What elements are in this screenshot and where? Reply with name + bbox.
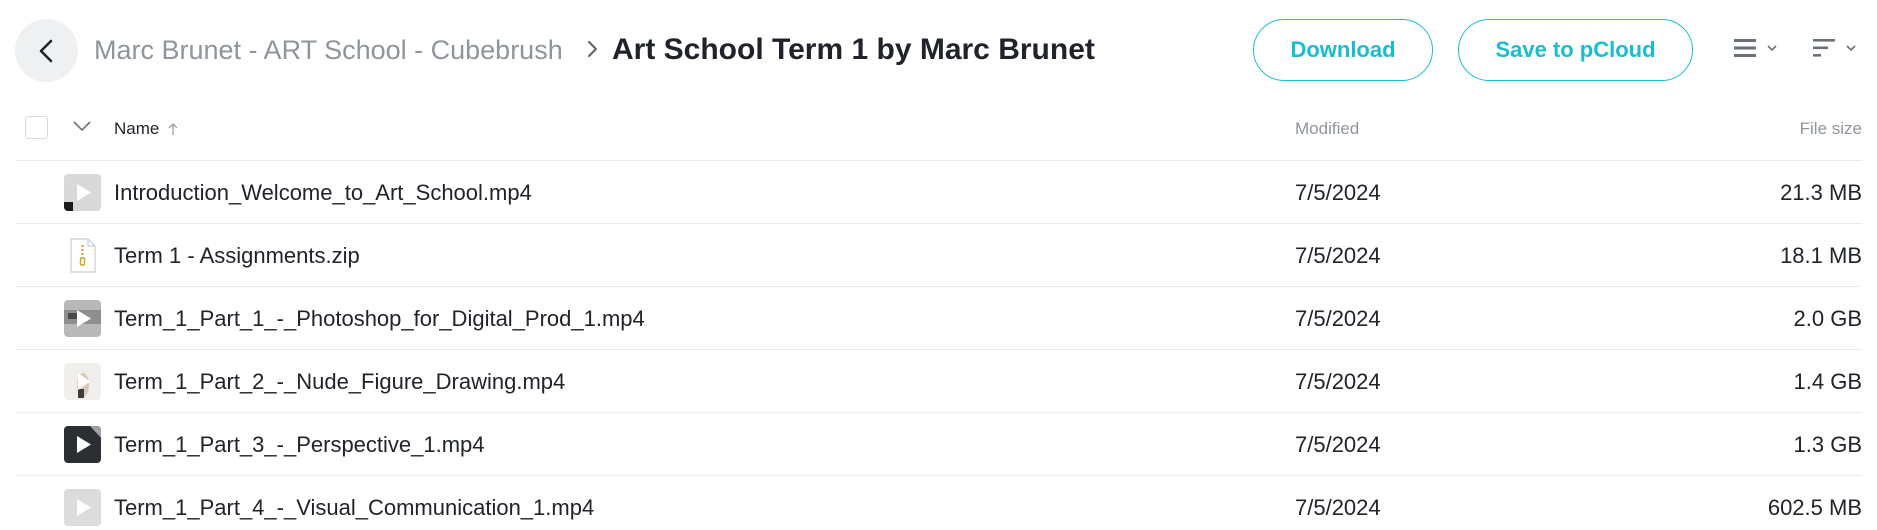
file-modified: 7/5/2024 [1295, 495, 1381, 520]
video-thumbnail-icon [64, 363, 101, 400]
file-modified: 7/5/2024 [1295, 432, 1381, 457]
column-header-row: Name Modified File size [15, 102, 1862, 161]
select-all-checkbox[interactable] [25, 116, 48, 139]
file-modified: 7/5/2024 [1295, 180, 1381, 205]
view-mode-dropdown[interactable] [1732, 36, 1778, 60]
chevron-down-icon [1767, 45, 1777, 52]
file-name: Term 1 - Assignments.zip [114, 243, 360, 268]
video-thumbnail-icon [64, 300, 101, 337]
file-size: 21.3 MB [1780, 180, 1862, 205]
list-view-icon [1734, 39, 1756, 57]
sort-icon [1813, 39, 1835, 57]
file-row[interactable]: Term_1_Part_3_-_Perspective_1.mp4 7/5/20… [15, 413, 1862, 476]
back-button[interactable] [15, 19, 78, 82]
file-name: Term_1_Part_2_-_Nude_Figure_Drawing.mp4 [114, 369, 566, 394]
sort-ascending-arrow-icon [168, 123, 178, 135]
top-bar: Marc Brunet - ART School - Cubebrush Art… [0, 0, 1877, 102]
zip-file-icon [64, 237, 101, 274]
file-name: Term_1_Part_3_-_Perspective_1.mp4 [114, 432, 485, 457]
modified-column-header[interactable]: Modified [1295, 119, 1359, 139]
video-thumbnail-icon [64, 489, 101, 526]
breadcrumb-parent-link[interactable]: Marc Brunet - ART School - Cubebrush [94, 34, 563, 66]
file-row[interactable]: Term 1 - Assignments.zip 7/5/2024 18.1 M… [15, 224, 1862, 287]
select-options-chevron-icon[interactable] [71, 118, 93, 139]
file-row[interactable]: Introduction_Welcome_to_Art_School.mp4 7… [15, 161, 1862, 224]
file-size: 1.3 GB [1793, 432, 1862, 457]
chevron-down-icon [1846, 45, 1856, 52]
file-size-column-header[interactable]: File size [1800, 119, 1862, 139]
file-row[interactable]: Term_1_Part_4_-_Visual_Communication_1.m… [15, 476, 1862, 530]
chevron-right-icon [586, 38, 600, 65]
file-name: Term_1_Part_4_-_Visual_Communication_1.m… [114, 495, 595, 520]
file-modified: 7/5/2024 [1295, 306, 1381, 331]
name-column-label: Name [114, 119, 160, 138]
video-thumbnail-icon [64, 426, 101, 463]
download-button[interactable]: Download [1253, 19, 1433, 81]
file-name: Introduction_Welcome_to_Art_School.mp4 [114, 180, 532, 205]
file-size: 2.0 GB [1793, 306, 1862, 331]
video-thumbnail-icon [64, 174, 101, 211]
save-to-pcloud-button[interactable]: Save to pCloud [1458, 19, 1693, 81]
file-row[interactable]: Term_1_Part_2_-_Nude_Figure_Drawing.mp4 … [15, 350, 1862, 413]
file-list: Introduction_Welcome_to_Art_School.mp4 7… [15, 161, 1862, 530]
file-modified: 7/5/2024 [1295, 243, 1381, 268]
file-name: Term_1_Part_1_-_Photoshop_for_Digital_Pr… [114, 306, 645, 331]
page-title: Art School Term 1 by Marc Brunet [612, 33, 1095, 66]
file-row[interactable]: Term_1_Part_1_-_Photoshop_for_Digital_Pr… [15, 287, 1862, 350]
file-size: 602.5 MB [1767, 495, 1862, 520]
file-size: 1.4 GB [1793, 369, 1862, 394]
chevron-left-icon [39, 39, 52, 62]
file-size: 18.1 MB [1780, 243, 1862, 268]
file-modified: 7/5/2024 [1295, 369, 1381, 394]
name-column-header[interactable]: Name [114, 119, 179, 139]
sort-dropdown[interactable] [1811, 36, 1857, 60]
